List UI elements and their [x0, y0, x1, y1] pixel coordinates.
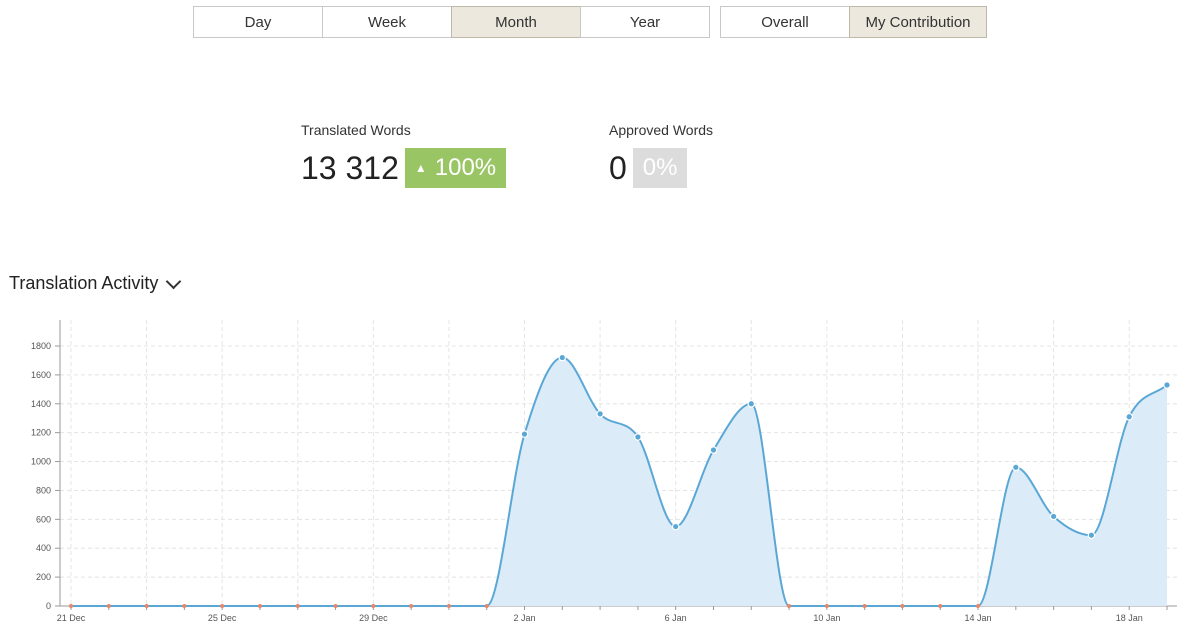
tab-my-contribution[interactable]: My Contribution [849, 6, 987, 38]
tab-year[interactable]: Year [580, 6, 710, 38]
data-point[interactable] [1125, 412, 1134, 421]
data-point[interactable] [520, 430, 529, 438]
tab-overall[interactable]: Overall [720, 6, 850, 38]
approved-change-value: 0% [642, 154, 678, 181]
approved-words-label: Approved Words [609, 122, 714, 138]
data-point[interactable] [787, 604, 792, 608]
scope-selector: Overall My Contribution [720, 6, 987, 38]
translated-words-label: Translated Words [301, 122, 411, 138]
chevron-down-icon[interactable] [166, 273, 182, 289]
translated-change-badge: ▲ 100% [404, 148, 507, 188]
data-point[interactable] [106, 604, 111, 608]
data-point[interactable] [333, 604, 338, 608]
data-point[interactable] [446, 604, 451, 608]
x-tick-label: 21 Dec [57, 613, 86, 623]
data-point[interactable] [1049, 512, 1058, 521]
period-selector: Day Week Month Year [193, 6, 710, 38]
triangle-up-icon: ▲ [414, 161, 427, 175]
x-tick-label: 25 Dec [208, 613, 237, 623]
data-point[interactable] [634, 433, 642, 441]
tab-week[interactable]: Week [322, 6, 452, 38]
y-tick-label: 600 [36, 514, 51, 524]
translation-activity-toggle[interactable]: Translation Activity [9, 273, 182, 294]
data-point[interactable] [976, 604, 981, 608]
y-tick-label: 800 [36, 485, 51, 495]
data-point[interactable] [1163, 381, 1171, 389]
data-point[interactable] [182, 604, 187, 608]
tab-month[interactable]: Month [451, 6, 581, 38]
data-point[interactable] [862, 604, 867, 608]
approved-words-value: 0 [609, 149, 627, 186]
data-point[interactable] [295, 604, 300, 608]
y-tick-label: 1000 [31, 457, 51, 467]
data-point[interactable] [596, 410, 604, 418]
data-point[interactable] [409, 604, 414, 608]
data-point[interactable] [709, 446, 718, 454]
translated-words-stat: Translated Words 13 312 ▲ 100% [301, 122, 507, 188]
section-title: Translation Activity [9, 273, 159, 293]
x-tick-label: 6 Jan [665, 613, 687, 623]
data-point[interactable] [144, 604, 149, 608]
data-point[interactable] [1087, 531, 1096, 540]
tab-day[interactable]: Day [193, 6, 323, 38]
x-tick-label: 10 Jan [813, 613, 840, 623]
y-tick-label: 200 [36, 572, 51, 582]
x-tick-label: 14 Jan [965, 613, 992, 623]
data-point[interactable] [671, 522, 680, 531]
y-tick-label: 1200 [31, 428, 51, 438]
x-tick-label: 2 Jan [514, 613, 536, 623]
data-point[interactable] [484, 604, 489, 608]
data-point[interactable] [747, 399, 756, 408]
data-point[interactable] [69, 604, 73, 608]
translated-change-value: 100% [434, 154, 497, 181]
y-tick-label: 1400 [31, 399, 51, 409]
y-tick-label: 1600 [31, 370, 51, 380]
translated-words-value: 13 312 [301, 149, 399, 186]
data-point[interactable] [824, 604, 829, 608]
approved-change-badge: 0% [632, 148, 688, 188]
data-point[interactable] [938, 604, 943, 608]
y-tick-label: 1800 [31, 341, 51, 351]
translation-activity-chart: 0 200 400 600 800 1000 1200 1400 1600 1800 21 Dec 2… [31, 320, 1177, 623]
y-tick-label: 0 [46, 601, 51, 611]
x-tick-label: 29 Dec [359, 613, 388, 623]
x-tick-label: 18 Jan [1116, 613, 1143, 623]
y-tick-label: 400 [36, 543, 51, 553]
data-point[interactable] [1012, 463, 1020, 472]
data-point[interactable] [257, 604, 262, 608]
approved-words-stat: Approved Words 0 0% [609, 122, 713, 188]
data-point[interactable] [558, 353, 567, 362]
data-point[interactable] [220, 604, 225, 608]
data-point[interactable] [371, 604, 376, 608]
series-area [71, 357, 1167, 606]
data-point[interactable] [900, 604, 905, 608]
